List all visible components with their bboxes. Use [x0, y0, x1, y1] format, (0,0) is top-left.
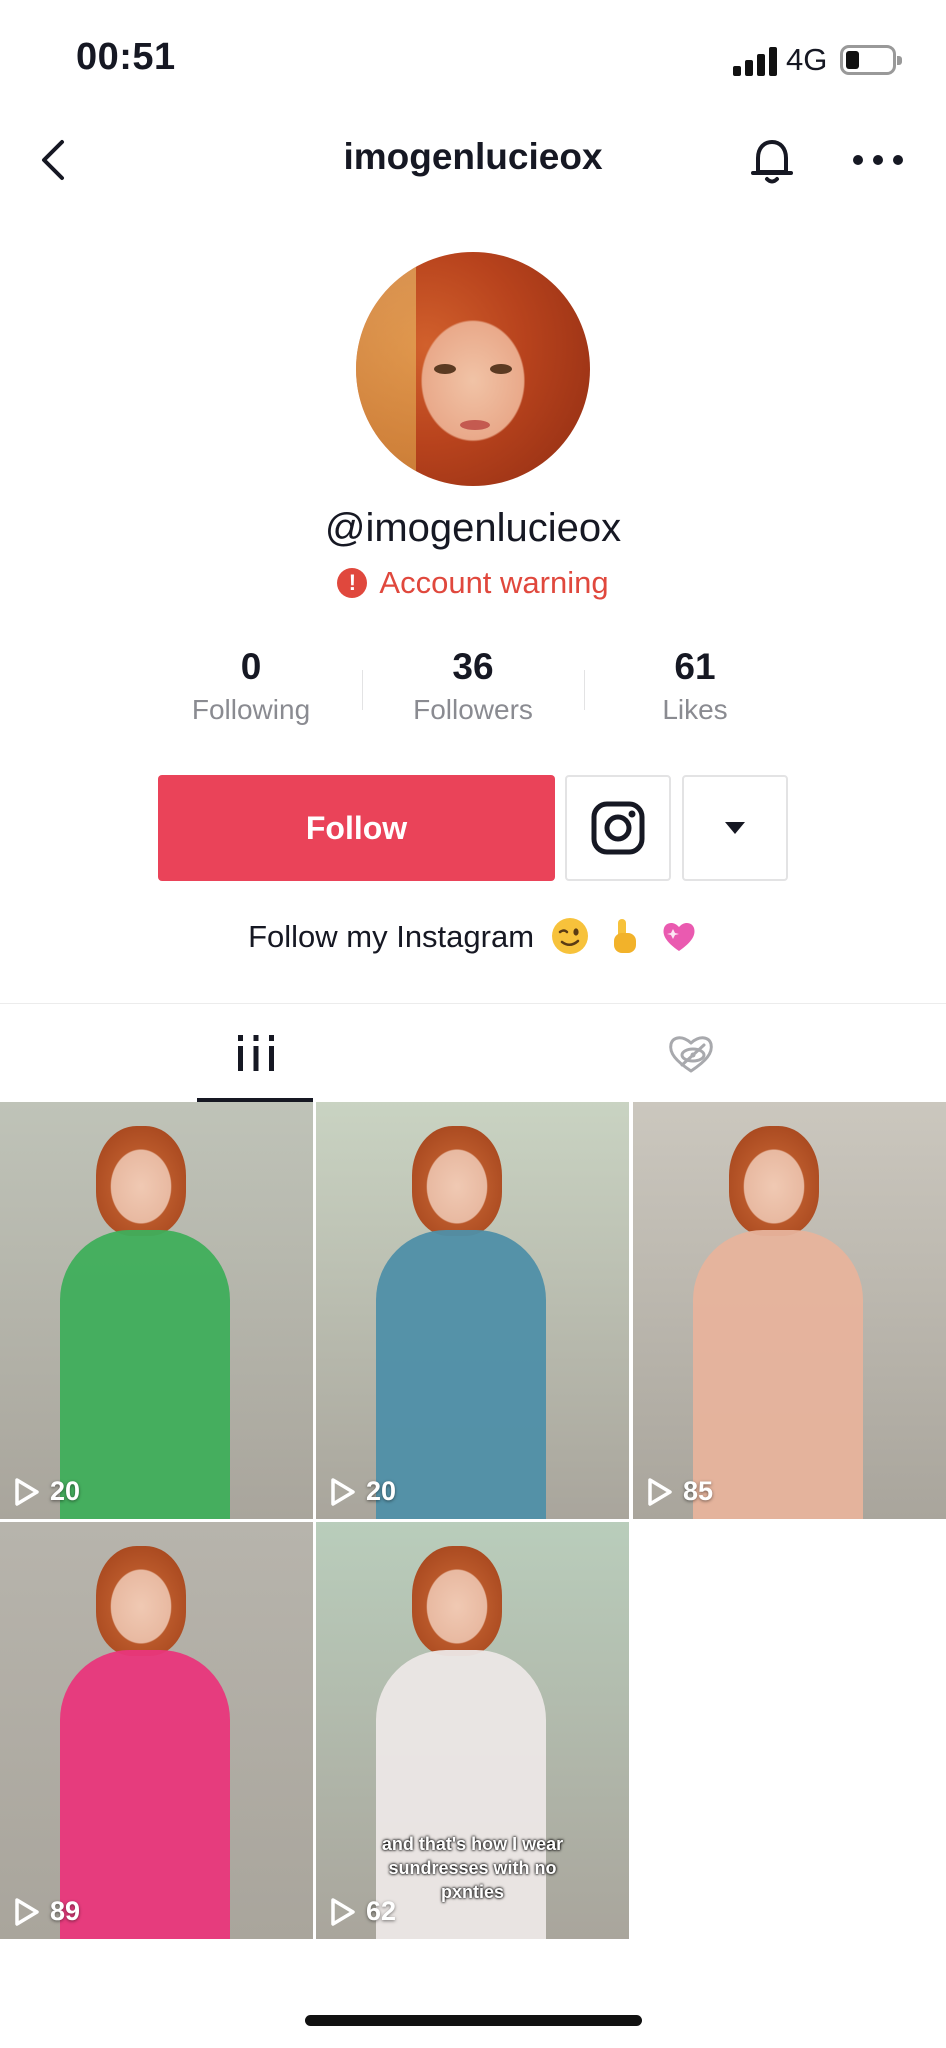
play-count-value: 20	[366, 1476, 397, 1506]
stat-followers-value: 36	[452, 646, 494, 687]
thumbnail-figure-body	[60, 1230, 230, 1519]
instagram-link-button[interactable]	[565, 775, 671, 881]
thumbnail-figure-body	[60, 1650, 230, 1939]
alert-icon: !	[337, 568, 368, 598]
thumbnail-figure-head	[729, 1126, 819, 1236]
video-caption-overlay: and that's how I wear sundresses with no…	[381, 1834, 564, 1902]
stat-likes[interactable]: 61 Likes	[584, 646, 806, 726]
play-count: 85	[647, 1476, 713, 1507]
battery-icon	[840, 45, 902, 75]
video-thumbnail[interactable]: 89	[0, 1522, 313, 1939]
stat-likes-value: 61	[674, 646, 716, 687]
play-icon	[331, 1897, 355, 1926]
profile-avatar[interactable]	[356, 252, 590, 486]
pointing-up-emoji-icon	[614, 919, 637, 953]
play-count: 89	[14, 1896, 80, 1927]
tab-videos[interactable]	[196, 1004, 316, 1102]
liked-hidden-icon	[669, 1036, 713, 1073]
profile-bio: Follow my Instagram	[0, 917, 946, 955]
play-icon	[648, 1477, 672, 1506]
instagram-icon	[591, 801, 645, 855]
follow-button[interactable]: Follow	[158, 775, 555, 881]
stat-followers-label: Followers	[413, 694, 533, 725]
top-navigation-bar: imogenlucieox	[0, 120, 946, 200]
play-count-value: 20	[50, 1476, 81, 1506]
profile-screen: 00:51 4G imogenlucieox @imogenlucieox ! …	[0, 0, 946, 2048]
profile-stats: 0 Following 36 Followers 61 Likes	[140, 646, 806, 736]
more-dots-icon	[853, 155, 903, 165]
video-thumbnail[interactable]: 20	[0, 1102, 313, 1519]
more-options-button[interactable]	[850, 142, 906, 178]
thumbnail-figure-head	[412, 1546, 502, 1656]
caret-down-icon	[725, 822, 745, 834]
video-thumbnail[interactable]: and that's how I wear sundresses with no…	[316, 1522, 629, 1939]
account-warning-label: Account warning	[379, 565, 609, 600]
profile-handle: @imogenlucieox	[324, 506, 622, 550]
home-indicator	[305, 2015, 642, 2026]
thumbnail-figure-head	[96, 1126, 186, 1236]
sparkling-heart-emoji-icon	[663, 922, 695, 951]
stat-following[interactable]: 0 Following	[140, 646, 362, 726]
profile-tabs	[0, 1003, 946, 1103]
stat-following-value: 0	[240, 646, 262, 687]
video-thumbnail[interactable]: 85	[633, 1102, 946, 1519]
thumbnail-figure-head	[412, 1126, 502, 1236]
play-icon	[331, 1477, 355, 1506]
stat-following-label: Following	[191, 694, 311, 725]
play-icon	[15, 1897, 39, 1926]
account-warning-link[interactable]: ! Account warning	[0, 565, 946, 601]
play-count-value: 89	[50, 1896, 81, 1926]
play-count: 20	[330, 1476, 396, 1507]
suggested-accounts-dropdown[interactable]	[682, 775, 788, 881]
status-bar: 00:51 4G	[0, 0, 946, 120]
bio-text: Follow my Instagram	[248, 919, 535, 954]
video-thumbnail[interactable]: 20	[316, 1102, 629, 1519]
thumbnail-figure-head	[96, 1546, 186, 1656]
play-icon	[15, 1477, 39, 1506]
videos-grid-icon	[238, 1035, 274, 1071]
play-count: 62	[330, 1896, 396, 1927]
play-count-value: 85	[683, 1476, 714, 1506]
thumbnail-figure-body	[376, 1230, 546, 1519]
signal-strength-icon	[733, 46, 777, 76]
play-count: 20	[14, 1476, 80, 1507]
stat-followers[interactable]: 36 Followers	[362, 646, 584, 726]
play-count-value: 62	[366, 1896, 397, 1926]
status-time: 00:51	[76, 36, 176, 78]
stat-likes-label: Likes	[662, 694, 728, 725]
network-type: 4G	[786, 42, 828, 77]
thumbnail-figure-body	[693, 1230, 863, 1519]
winking-face-emoji-icon	[551, 918, 588, 954]
page-title: imogenlucieox	[343, 136, 603, 177]
bell-icon	[751, 140, 793, 184]
notification-bell-button[interactable]	[744, 132, 800, 188]
tab-liked-videos[interactable]	[631, 1004, 751, 1102]
